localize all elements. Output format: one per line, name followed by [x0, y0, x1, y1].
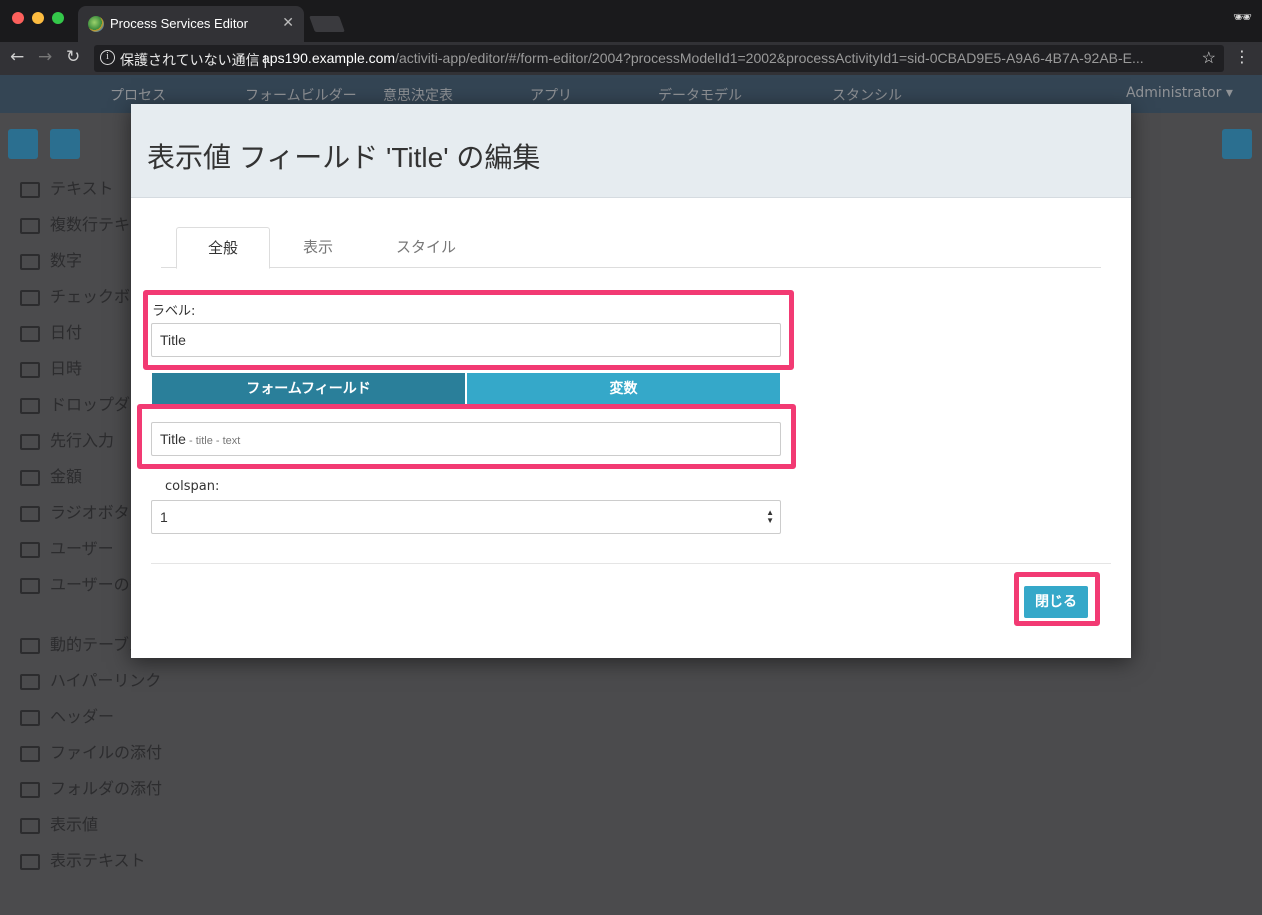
browser-menu-icon[interactable]: ⋮ [1234, 47, 1250, 66]
palette-item[interactable]: ヘッダー [20, 703, 193, 739]
user-icon [20, 541, 40, 558]
nav-item[interactable]: プロセス [110, 85, 166, 105]
reload-icon[interactable]: ↻ [66, 47, 80, 67]
label-input[interactable]: Title [151, 323, 781, 357]
tab-strip: Process Services Editor ✕ 🕶 [0, 0, 1262, 42]
security-status: 保護されていない通信 | [120, 52, 268, 68]
form-field-select[interactable]: Title - title - text [151, 422, 781, 456]
footer-divider [151, 563, 1111, 564]
typeahead-icon [20, 433, 40, 450]
palette-item[interactable]: ハイパーリンク [20, 667, 193, 703]
favicon-icon [88, 16, 104, 32]
address-bar[interactable]: i 保護されていない通信 | aps190.example.com/activi… [94, 45, 1224, 72]
amount-icon [20, 469, 40, 486]
checkbox-icon [20, 289, 40, 306]
field-meta: - title - text [185, 435, 241, 447]
tab-style[interactable]: スタイル [371, 227, 481, 268]
palette-item[interactable]: 表示テキスト [20, 847, 193, 883]
info-icon[interactable]: i [100, 50, 115, 65]
group-icon [20, 577, 40, 594]
tab-title: Process Services Editor [110, 16, 248, 31]
dropdown-icon [20, 397, 40, 414]
dialog-title: 表示値 フィールド 'Title' の編集 [147, 142, 541, 173]
colspan-caption: colspan: [165, 479, 220, 494]
close-button[interactable]: 閉じる [1024, 586, 1088, 618]
tab-display[interactable]: 表示 [271, 227, 365, 268]
nav-item[interactable]: フォームビルダー [245, 85, 357, 105]
nav-item[interactable]: データモデル [658, 85, 742, 105]
select-arrows-icon: ▲ ▼ [766, 508, 774, 525]
back-icon[interactable]: ← [10, 47, 24, 67]
maximize-window-button[interactable] [52, 12, 64, 24]
text-field-icon [20, 181, 40, 198]
minimize-window-button[interactable] [32, 12, 44, 24]
validate-icon[interactable] [50, 129, 80, 159]
hyperlink-icon [20, 673, 40, 690]
display-value-icon [20, 817, 40, 834]
form-field-segment[interactable]: フォームフィールド [152, 373, 465, 405]
palette-item[interactable]: ファイルの添付 [20, 739, 193, 775]
edit-field-dialog: 表示値 フィールド 'Title' の編集 全般 表示 スタイル ラベル: Ti… [131, 104, 1131, 658]
close-editor-icon[interactable] [1222, 129, 1252, 159]
datetime-icon [20, 361, 40, 378]
radio-icon [20, 505, 40, 522]
label-caption: ラベル: [152, 304, 196, 319]
palette-item[interactable]: フォルダの添付 [20, 775, 193, 811]
dynamic-table-icon [20, 637, 40, 654]
palette-item[interactable]: 表示値 [20, 811, 193, 847]
bookmark-star-icon[interactable]: ☆ [1202, 48, 1216, 68]
date-icon [20, 325, 40, 342]
tab-general[interactable]: 全般 [176, 227, 270, 269]
variable-segment[interactable]: 変数 [467, 373, 780, 405]
user-menu[interactable]: Administrator ▾ [1126, 85, 1233, 101]
colspan-select[interactable]: 1 ▲ ▼ [151, 500, 781, 534]
folder-attach-icon [20, 781, 40, 798]
close-window-button[interactable] [12, 12, 24, 24]
number-icon [20, 253, 40, 270]
file-attach-icon [20, 745, 40, 762]
multiline-text-icon [20, 217, 40, 234]
incognito-icon: 🕶 [1232, 8, 1252, 26]
field-name: Title [160, 431, 186, 447]
display-text-icon [20, 853, 40, 870]
browser-chrome: Process Services Editor ✕ 🕶 ← → ↻ i 保護され… [0, 0, 1262, 75]
colspan-value: 1 [160, 509, 168, 525]
nav-item[interactable]: スタンシル [832, 85, 902, 105]
nav-item[interactable]: 意思決定表 [383, 85, 453, 105]
dialog-tabs: 全般 表示 スタイル [161, 227, 1101, 269]
dialog-header: 表示値 フィールド 'Title' の編集 [131, 104, 1131, 198]
forward-icon[interactable]: → [38, 47, 52, 67]
nav-item[interactable]: アプリ [530, 85, 572, 105]
browser-tab[interactable]: Process Services Editor ✕ [78, 6, 304, 42]
save-icon[interactable] [8, 129, 38, 159]
url-text[interactable]: aps190.example.com/activiti-app/editor/#… [262, 50, 1197, 66]
browser-toolbar: ← → ↻ i 保護されていない通信 | aps190.example.com/… [0, 42, 1262, 75]
tab-close-icon[interactable]: ✕ [282, 14, 294, 31]
new-tab-button[interactable] [309, 16, 345, 32]
header-icon [20, 709, 40, 726]
